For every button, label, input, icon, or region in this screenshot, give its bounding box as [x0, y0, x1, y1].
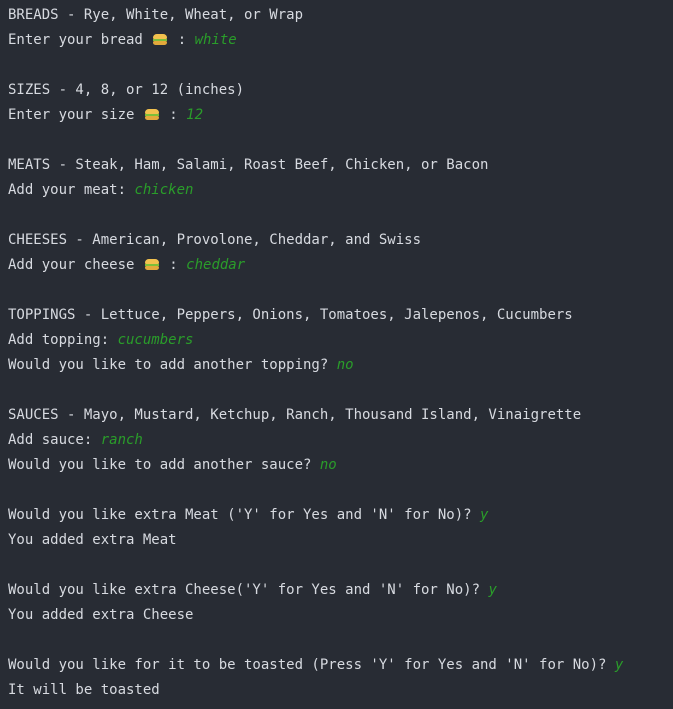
sandwich-icon — [153, 34, 168, 45]
another-sauce-line: Would you like to add another sauce? no — [8, 453, 673, 478]
breads-header-text: BREADS - Rye, White, Wheat, or Wrap — [8, 7, 304, 23]
extra-cheese-prompt: Would you like extra Cheese('Y' for Yes … — [8, 582, 489, 598]
cheeses-header: CHEESES - American, Provolone, Cheddar, … — [8, 228, 673, 253]
extra-meat-input: y — [480, 507, 489, 523]
extra-cheese-line: Would you like extra Cheese('Y' for Yes … — [8, 578, 673, 603]
sauces-header: SAUCES - Mayo, Mustard, Ketchup, Ranch, … — [8, 403, 673, 428]
sandwich-icon — [144, 259, 159, 270]
console-output: BREADS - Rye, White, Wheat, or Wrap Ente… — [8, 3, 673, 703]
extra-meat-result-line: You added extra Meat — [8, 528, 673, 553]
topping-prompt: Add topping: — [8, 332, 118, 348]
toppings-header-text: TOPPINGS - Lettuce, Peppers, Onions, Tom… — [8, 307, 573, 323]
topping-input: cucumbers — [117, 332, 194, 348]
meat-input: chicken — [134, 182, 194, 198]
extra-cheese-result-line: You added extra Cheese — [8, 603, 673, 628]
another-topping-line: Would you like to add another topping? n… — [8, 353, 673, 378]
meats-header-text: MEATS - Steak, Ham, Salami, Roast Beef, … — [8, 157, 489, 173]
another-sauce-input: no — [319, 457, 337, 473]
size-input: 12 — [186, 107, 204, 123]
cheese-input: cheddar — [186, 257, 246, 273]
meat-prompt-line: Add your meat: chicken — [8, 178, 673, 203]
meats-header: MEATS - Steak, Ham, Salami, Roast Beef, … — [8, 153, 673, 178]
sizes-header: SIZES - 4, 8, or 12 (inches) — [8, 78, 673, 103]
cheese-prompt-suffix: : — [160, 257, 187, 273]
extra-meat-prompt: Would you like extra Meat ('Y' for Yes a… — [8, 507, 481, 523]
another-topping-prompt: Would you like to add another topping? — [8, 357, 337, 373]
meat-prompt: Add your meat: — [8, 182, 135, 198]
breads-header: BREADS - Rye, White, Wheat, or Wrap — [8, 3, 673, 28]
sandwich-icon — [144, 109, 159, 120]
extra-meat-line: Would you like extra Meat ('Y' for Yes a… — [8, 503, 673, 528]
bread-prompt-suffix: : — [169, 32, 195, 48]
topping-prompt-line: Add topping: cucumbers — [8, 328, 673, 353]
toasted-result-line: It will be toasted — [8, 678, 673, 703]
size-prompt-line: Enter your size : 12 — [8, 103, 673, 128]
another-topping-input: no — [336, 357, 354, 373]
cheese-prompt: Add your cheese — [8, 257, 143, 273]
extra-meat-result: You added extra Meat — [8, 532, 177, 548]
extra-cheese-input: y — [488, 582, 497, 598]
sizes-header-text: SIZES - 4, 8, or 12 (inches) — [8, 82, 245, 98]
bread-prompt-line: Enter your bread : white — [8, 28, 673, 53]
toppings-header: TOPPINGS - Lettuce, Peppers, Onions, Tom… — [8, 303, 673, 328]
extra-cheese-result: You added extra Cheese — [8, 607, 194, 623]
cheeses-header-text: CHEESES - American, Provolone, Cheddar, … — [8, 232, 422, 248]
another-sauce-prompt: Would you like to add another sauce? — [8, 457, 320, 473]
size-prompt-suffix: : — [160, 107, 187, 123]
cheese-prompt-line: Add your cheese : cheddar — [8, 253, 673, 278]
sauce-input: ranch — [100, 432, 143, 448]
toasted-input: y — [614, 657, 624, 673]
toasted-result: It will be toasted — [8, 682, 160, 698]
size-prompt: Enter your size — [8, 107, 143, 123]
sauce-prompt-line: Add sauce: ranch — [8, 428, 673, 453]
bread-input: white — [194, 32, 237, 48]
bread-prompt: Enter your bread — [8, 32, 152, 48]
sauce-prompt: Add sauce: — [8, 432, 101, 448]
sauces-header-text: SAUCES - Mayo, Mustard, Ketchup, Ranch, … — [8, 407, 582, 423]
toasted-prompt: Would you like for it to be toasted (Pre… — [8, 657, 615, 673]
toasted-line: Would you like for it to be toasted (Pre… — [8, 653, 673, 678]
